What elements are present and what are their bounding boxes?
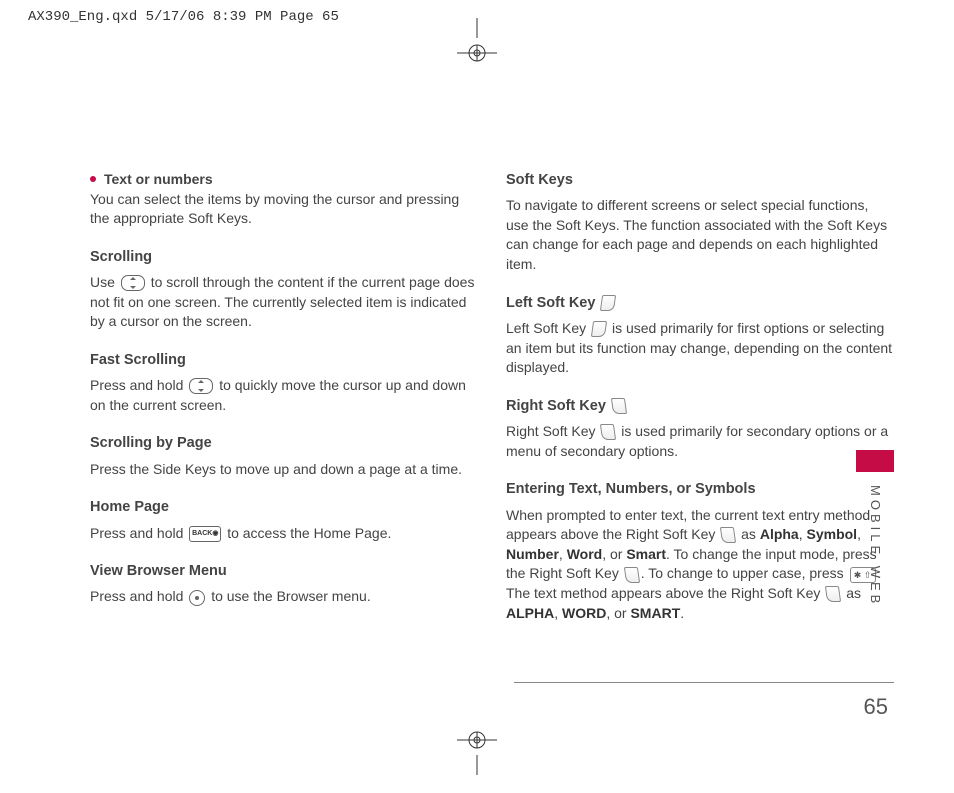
right-softkey-icon: [624, 567, 640, 583]
right-soft-key-body: Right Soft Key is used primarily for sec…: [506, 422, 894, 461]
entering-text-body: When prompted to enter text, the current…: [506, 506, 894, 624]
right-softkey-icon: [611, 398, 627, 414]
fast-scrolling-body: Press and hold to quickly move the curso…: [90, 376, 478, 415]
scrolling-title: Scrolling: [90, 247, 478, 267]
right-softkey-icon: [600, 424, 616, 440]
soft-keys-title: Soft Keys: [506, 170, 894, 190]
nav-key-icon: [189, 378, 213, 394]
back-key-icon: BACK◉: [189, 526, 221, 542]
center-key-icon: [189, 590, 205, 606]
right-column: Soft Keys To navigate to different scree…: [506, 80, 894, 631]
fast-scrolling-title: Fast Scrolling: [90, 350, 478, 370]
bullet-title: Text or numbers: [104, 170, 213, 190]
home-page-title: Home Page: [90, 497, 478, 517]
scroll-by-page-title: Scrolling by Page: [90, 433, 478, 453]
bullet-icon: [90, 176, 96, 182]
right-softkey-icon: [720, 527, 736, 543]
crop-header: AX390_Eng.qxd 5/17/06 8:39 PM Page 65: [28, 8, 339, 28]
left-soft-key-body: Left Soft Key is used primarily for firs…: [506, 319, 894, 378]
section-side-label: MOBILE WEB: [866, 485, 884, 607]
side-tab: [856, 450, 894, 472]
scrolling-body: Use to scroll through the content if the…: [90, 273, 478, 332]
browser-menu-title: View Browser Menu: [90, 561, 478, 581]
crop-mark-bottom-icon: [447, 725, 507, 775]
crop-mark-top-icon: [447, 18, 507, 68]
footer-rule: [514, 682, 894, 683]
browser-menu-body: Press and hold to use the Browser menu.: [90, 587, 478, 607]
home-page-body: Press and hold BACK◉ to access the Home …: [90, 524, 478, 544]
bullet-body: You can select the items by moving the c…: [90, 190, 478, 229]
soft-keys-body: To navigate to different screens or sele…: [506, 196, 894, 274]
left-column: Text or numbers You can select the items…: [90, 80, 478, 631]
page-number: 65: [864, 692, 888, 723]
nav-key-icon: [121, 275, 145, 291]
right-soft-key-title: Right Soft Key: [506, 396, 894, 416]
page-content: Text or numbers You can select the items…: [90, 80, 894, 733]
entering-text-title: Entering Text, Numbers, or Symbols: [506, 479, 894, 499]
left-soft-key-title: Left Soft Key: [506, 293, 894, 313]
right-softkey-icon: [825, 586, 841, 602]
left-softkey-icon: [600, 295, 616, 311]
left-softkey-icon: [591, 321, 607, 337]
scroll-by-page-body: Press the Side Keys to move up and down …: [90, 460, 478, 480]
